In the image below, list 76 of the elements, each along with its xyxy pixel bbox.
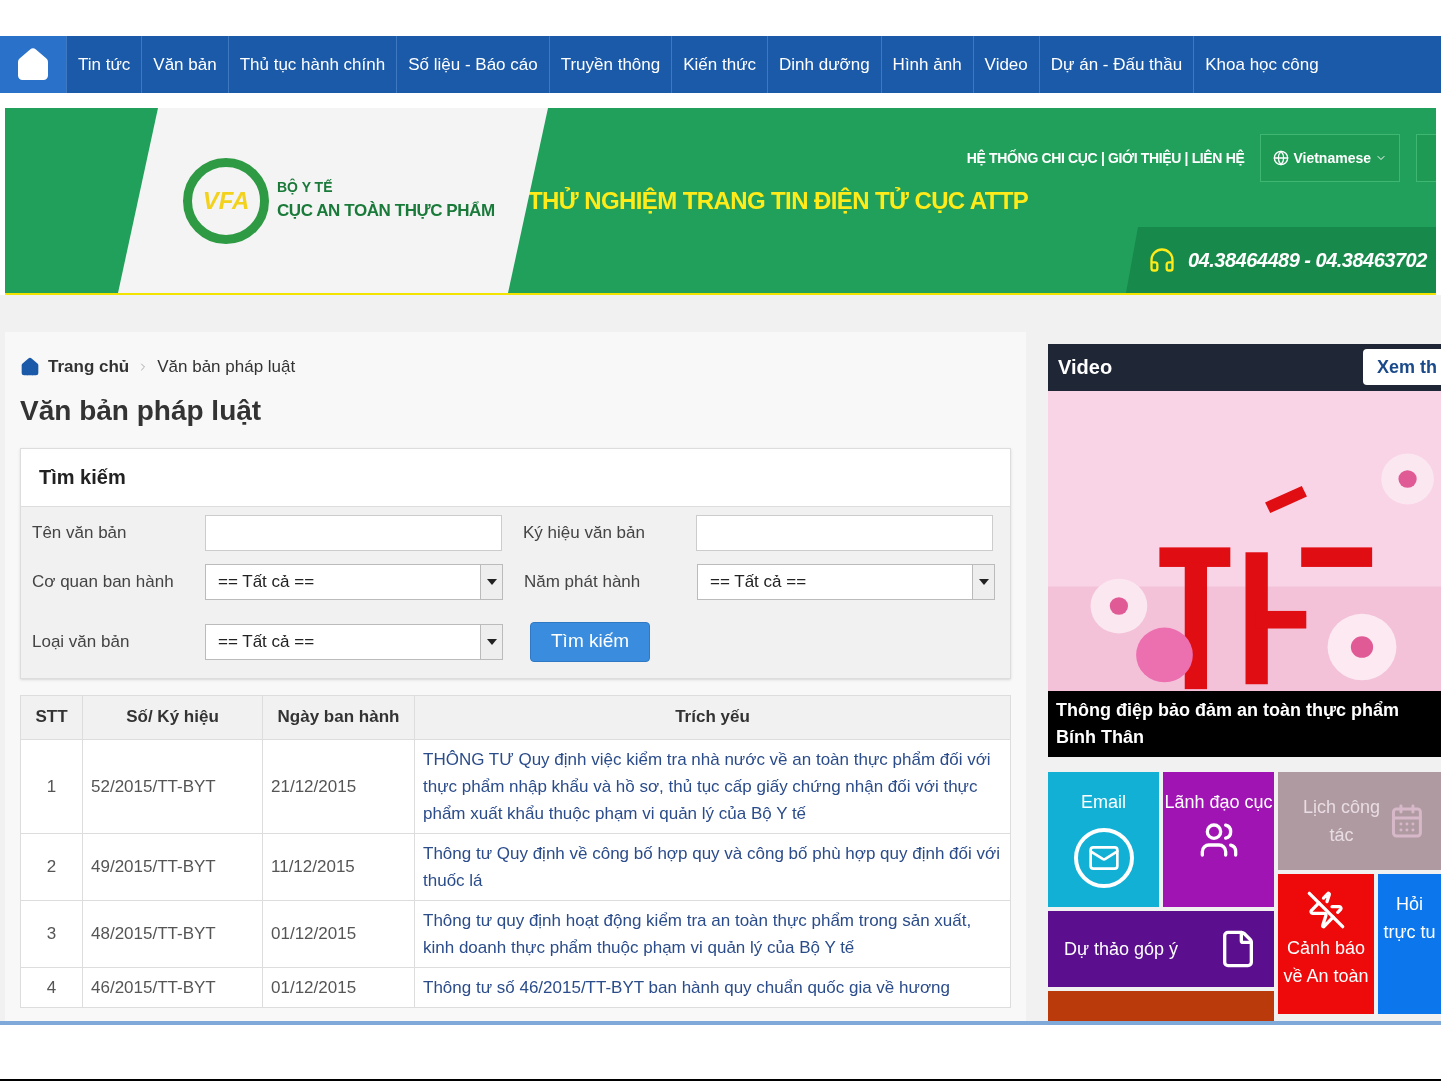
logo-subtitle: BỘ Y TẾ	[277, 177, 334, 198]
table-cell: 01/12/2015	[262, 900, 415, 967]
phone-number: 04.38464489 - 04.38463702	[1188, 248, 1427, 273]
logo-name: CỤC AN TOÀN THỰC PHẨM	[277, 200, 495, 223]
table-cell: 49/2015/TT-BYT	[82, 833, 263, 900]
text-field[interactable]	[696, 514, 993, 551]
envelope-icon	[1073, 828, 1134, 888]
table-cell: 52/2015/TT-BYT	[82, 739, 263, 833]
nav-link[interactable]: Khoa học công	[1193, 36, 1330, 93]
nav-link[interactable]: Văn bản	[141, 36, 228, 93]
nav-link[interactable]: Truyền thông	[548, 36, 672, 93]
table-cell: 11/12/2015	[262, 833, 415, 900]
tile-label: Lãnh đạo cục	[1164, 791, 1273, 814]
table-cell: 48/2015/TT-BYT	[82, 900, 263, 967]
tile-label: Dự thảo góp ý	[1064, 938, 1179, 961]
table-cell: 01/12/2015	[262, 967, 415, 1007]
table-cell[interactable]: Thông tư số 46/2015/TT-BYT ban hành quy chuẩn quốc gia về hương	[414, 967, 1011, 1007]
logo-emblem: VFA	[183, 157, 269, 244]
field-label: Loại văn bản	[32, 630, 131, 653]
tile-label: Hỏi trực tu	[1382, 893, 1437, 944]
nav-link[interactable]: Số liệu - Báo cáo	[396, 36, 549, 93]
page-title: Văn bản pháp luật	[20, 393, 263, 428]
caret-icon	[978, 578, 989, 585]
nav-link[interactable]: Dự án - Đấu thầu	[1038, 36, 1194, 93]
nav-link[interactable]: Kiến thức	[671, 36, 768, 93]
column-header: Ngày ban hành	[262, 695, 415, 739]
column-header: STT	[20, 695, 83, 739]
globe-icon	[1273, 150, 1290, 166]
table-cell: 21/12/2015	[262, 739, 415, 833]
field-label: Ký hiệu văn bản	[523, 521, 646, 544]
more-button[interactable]: Xem th	[1363, 349, 1441, 386]
caret-icon	[486, 578, 497, 585]
field-label: Tên văn bản	[32, 521, 128, 544]
shortcut-tile[interactable]: Dự thảo góp ý	[1048, 911, 1274, 987]
table-cell: 3	[20, 900, 83, 967]
panel-title: Tìm kiếm	[39, 465, 126, 490]
table-cell[interactable]: THÔNG TƯ Quy định việc kiểm tra nhà nước về an toàn thực phẩm đối với thực phẩm nhập khẩu và hồ sơ, thủ tục cấp giấy chứng nhận đối với thực phẩm xuất khẩu thuộc phạm vi quản lý của Bộ Y tế	[414, 739, 1011, 833]
language-button[interactable]: Vietnamese	[1260, 134, 1400, 182]
column-header: Số/ Ký hiệu	[82, 695, 263, 739]
shortcut-tile[interactable]: Lãnh đạo cục	[1163, 772, 1274, 907]
section-title: Video	[1058, 355, 1113, 381]
table-cell: 2	[20, 833, 83, 900]
home-icon[interactable]	[20, 356, 40, 377]
field-label: Cơ quan ban hành	[32, 570, 175, 593]
table-cell: 1	[20, 739, 83, 833]
nav-link[interactable]: Dinh dưỡng	[767, 36, 881, 93]
tile-label: Cảnh báo về An toàn	[1282, 937, 1370, 988]
table-cell: 4	[20, 967, 83, 1007]
shortcut-tile[interactable]	[1048, 991, 1274, 1021]
breadcrumb-link[interactable]: Trang chủ	[48, 354, 130, 380]
table-cell[interactable]: Thông tư quy định hoạt động kiểm tra an toàn thực phẩm trong sản xuất, kinh doanh thực phẩm thuộc phạm vi quản lý của Bộ Y tế	[414, 900, 1011, 967]
nav-link[interactable]: Tin tức	[66, 36, 142, 93]
shortcut-tile[interactable]: Cảnh báo về An toàn	[1278, 874, 1374, 1014]
tile-label: Email	[1081, 791, 1126, 814]
site-title: THỬ NGHIỆM TRANG TIN ĐIỆN TỬ CỤC ATTP	[528, 186, 1030, 216]
headset-icon	[1148, 246, 1176, 274]
table-cell[interactable]: Thông tư Quy định về công bố hợp quy và công bố phù hợp quy định đối với thuốc lá	[414, 833, 1011, 900]
tile-label: Lịch công tác	[1302, 796, 1382, 847]
dropdown-field[interactable]: == Tất cả ==	[205, 623, 503, 660]
text-field[interactable]	[205, 514, 502, 551]
dropdown-field[interactable]: == Tất cả ==	[205, 563, 503, 600]
column-header: Trích yếu	[414, 695, 1011, 739]
video-caption[interactable]: Thông điệp bảo đảm an toàn thực phẩm Bính Thân	[1048, 691, 1441, 757]
lightning-icon	[1306, 890, 1346, 930]
dropdown-field[interactable]: == Tất cả ==	[697, 563, 995, 600]
table-cell: 46/2015/TT-BYT	[82, 967, 263, 1007]
nav-link[interactable]: Thủ tục hành chính	[227, 36, 397, 93]
people-icon	[1198, 820, 1239, 860]
nav-link[interactable]: Hình ảnh	[880, 36, 973, 93]
caret-icon	[486, 638, 497, 645]
breadcrumb-current: Văn bản pháp luật	[157, 356, 296, 378]
nav-link[interactable]: Video	[972, 36, 1039, 93]
home-icon[interactable]	[0, 36, 66, 93]
shortcut-tile[interactable]: Hỏi trực tu	[1378, 874, 1441, 1014]
search-button[interactable]: Tìm kiếm	[530, 621, 651, 662]
field-label: Năm phát hành	[524, 570, 642, 593]
